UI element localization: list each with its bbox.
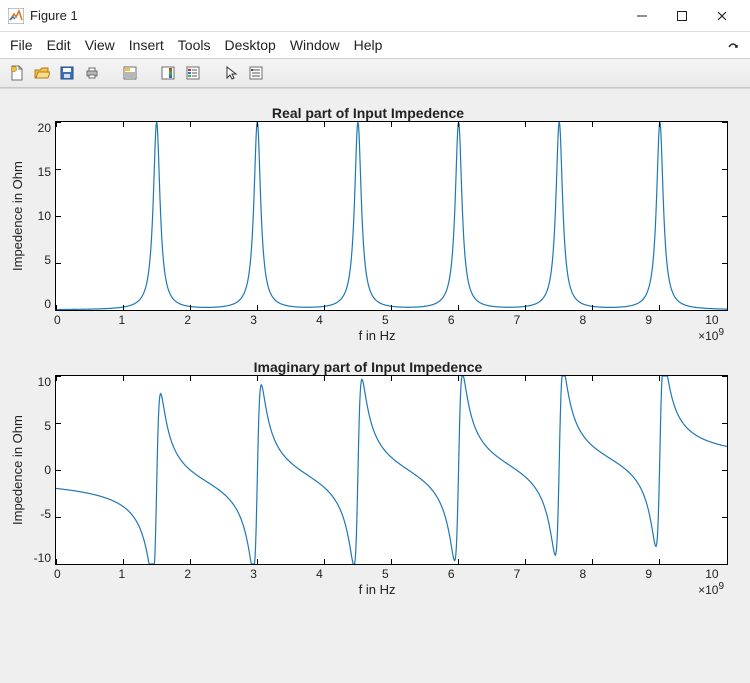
titlebar: Figure 1: [0, 0, 750, 32]
dock-arrow-icon[interactable]: [726, 37, 740, 54]
data-cursor-icon[interactable]: [119, 62, 141, 84]
axes-title: Real part of Input Impedence: [8, 105, 728, 121]
xlabel: f in Hz: [56, 328, 698, 343]
menu-view[interactable]: View: [85, 37, 115, 53]
new-file-icon[interactable]: [6, 62, 28, 84]
window-title: Figure 1: [30, 8, 78, 23]
minimize-button[interactable]: [622, 2, 662, 30]
axes-real[interactable]: [55, 121, 728, 311]
menubar: File Edit View Insert Tools Desktop Wind…: [0, 32, 750, 58]
y-axis-ticks: 20 15 10 5 0: [27, 121, 55, 311]
matlab-icon: [8, 8, 24, 24]
figure-area: Real part of Input Impedence Impedence i…: [0, 88, 750, 683]
menu-help[interactable]: Help: [354, 37, 383, 53]
open-icon[interactable]: [31, 62, 53, 84]
x-axis-ticks: 01 23 45 67 89 10: [56, 565, 728, 581]
subplot-real: Real part of Input Impedence Impedence i…: [8, 105, 728, 343]
x-multiplier: ×109: [698, 327, 728, 343]
menu-insert[interactable]: Insert: [129, 37, 164, 53]
x-multiplier: ×109: [698, 581, 728, 597]
y-axis-ticks: 10 5 0 -5 -10: [27, 375, 55, 565]
axes-title: Imaginary part of Input Impedence: [8, 359, 728, 375]
x-axis-ticks: 01 23 45 67 89 10: [56, 311, 728, 327]
maximize-button[interactable]: [662, 2, 702, 30]
menu-desktop[interactable]: Desktop: [224, 37, 275, 53]
ylabel: Impedence in Ohm: [8, 375, 27, 565]
legend-icon[interactable]: [182, 62, 204, 84]
colorbar-icon[interactable]: [157, 62, 179, 84]
menu-tools[interactable]: Tools: [178, 37, 211, 53]
close-button[interactable]: [702, 2, 742, 30]
ylabel: Impedence in Ohm: [8, 121, 27, 311]
axes-imag[interactable]: [55, 375, 728, 565]
subplot-imag: Imaginary part of Input Impedence Impede…: [8, 359, 728, 597]
pointer-icon[interactable]: [220, 62, 242, 84]
save-icon[interactable]: [56, 62, 78, 84]
print-icon[interactable]: [81, 62, 103, 84]
menu-file[interactable]: File: [10, 37, 33, 53]
properties-icon[interactable]: [245, 62, 267, 84]
menu-edit[interactable]: Edit: [47, 37, 71, 53]
xlabel: f in Hz: [56, 582, 698, 597]
menu-window[interactable]: Window: [290, 37, 340, 53]
toolbar: [0, 58, 750, 88]
